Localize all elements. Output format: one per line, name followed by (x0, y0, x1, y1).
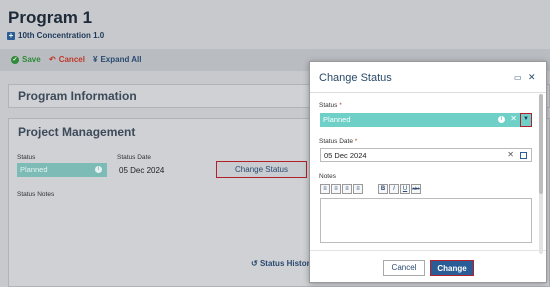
check-icon: ✓ (11, 55, 19, 64)
cancel-button[interactable]: ↶ Cancel (49, 55, 85, 64)
strikethrough-button[interactable]: abc (411, 184, 421, 194)
expand-all-button[interactable]: ¥ Expand All (93, 55, 142, 64)
clear-date-icon[interactable]: ✕ (507, 150, 514, 159)
status-notes-label: Status Notes (17, 191, 55, 198)
save-button[interactable]: ✓ Save (11, 55, 41, 64)
page-title: Program 1 (8, 8, 93, 27)
dialog-title: Change Status (319, 72, 392, 84)
info-icon: i (95, 166, 102, 173)
program-information-heading: Program Information (18, 89, 137, 103)
dialog-status-date-label: Status Date * (319, 138, 357, 145)
dialog-footer-divider (310, 250, 546, 251)
align-center-icon[interactable]: ≡ (331, 184, 341, 194)
status-select-value: Planned (323, 115, 351, 124)
required-mark: * (354, 138, 358, 145)
change-status-dialog: Change Status ▭ ✕ Status * Planned i ✕ ▼… (309, 61, 547, 283)
status-history-link[interactable]: ↺ Status History (251, 259, 314, 268)
required-mark: * (339, 102, 342, 109)
dialog-status-label-text: Status (319, 102, 338, 109)
dialog-scrollbar[interactable] (539, 94, 543, 254)
status-date-input-value: 05 Dec 2024 (324, 151, 367, 160)
align-right-icon[interactable]: ≡ (342, 184, 352, 194)
dialog-change-button[interactable]: Change (430, 260, 474, 276)
expand-plus-icon[interactable]: + (7, 31, 15, 40)
notes-textarea[interactable] (320, 198, 532, 243)
status-field: Planned i (17, 163, 107, 177)
scrollbar-thumb[interactable] (539, 94, 543, 194)
dialog-status-label: Status * (319, 102, 342, 109)
dialog-cancel-button[interactable]: Cancel (383, 260, 425, 276)
history-icon: ↺ (251, 259, 258, 268)
align-justify-icon[interactable]: ≡ (353, 184, 363, 194)
notes-label: Notes (319, 173, 336, 180)
info-icon[interactable]: i (498, 116, 505, 123)
maximize-icon[interactable]: ▭ (514, 73, 522, 82)
status-label: Status (17, 154, 36, 161)
status-date-value: 05 Dec 2024 (119, 166, 165, 175)
status-date-input[interactable]: 05 Dec 2024 ✕ (320, 148, 532, 162)
status-history-label: Status History (259, 259, 315, 268)
project-management-heading: Project Management (18, 125, 136, 139)
alignment-toolbar: ≡ ≡ ≡ ≡ (320, 184, 363, 194)
bold-button[interactable]: B (378, 184, 388, 194)
status-select[interactable]: Planned i ✕ ▼ (320, 113, 532, 127)
expand-icon: ¥ (93, 55, 98, 64)
text-style-toolbar: B I U abc (378, 184, 421, 194)
dialog-header-divider (310, 92, 546, 93)
expand-all-label: Expand All (100, 55, 142, 64)
status-value: Planned (20, 165, 48, 174)
cancel-label: Cancel (58, 55, 85, 64)
change-status-button[interactable]: Change Status (216, 161, 307, 178)
close-icon[interactable]: ✕ (528, 72, 536, 83)
dialog-status-date-label-text: Status Date (319, 138, 353, 145)
undo-icon: ↶ (49, 55, 56, 64)
calendar-icon[interactable] (520, 152, 527, 159)
program-subtitle-text: 10th Concentration 1.0 (18, 31, 105, 40)
program-subtitle[interactable]: + 10th Concentration 1.0 (7, 31, 104, 40)
clear-icon[interactable]: ✕ (510, 114, 517, 123)
italic-button[interactable]: I (389, 184, 399, 194)
status-date-label: Status Date (117, 154, 151, 161)
chevron-down-icon[interactable]: ▼ (520, 113, 532, 127)
underline-button[interactable]: U (400, 184, 410, 194)
align-left-icon[interactable]: ≡ (320, 184, 330, 194)
save-label: Save (22, 55, 41, 64)
